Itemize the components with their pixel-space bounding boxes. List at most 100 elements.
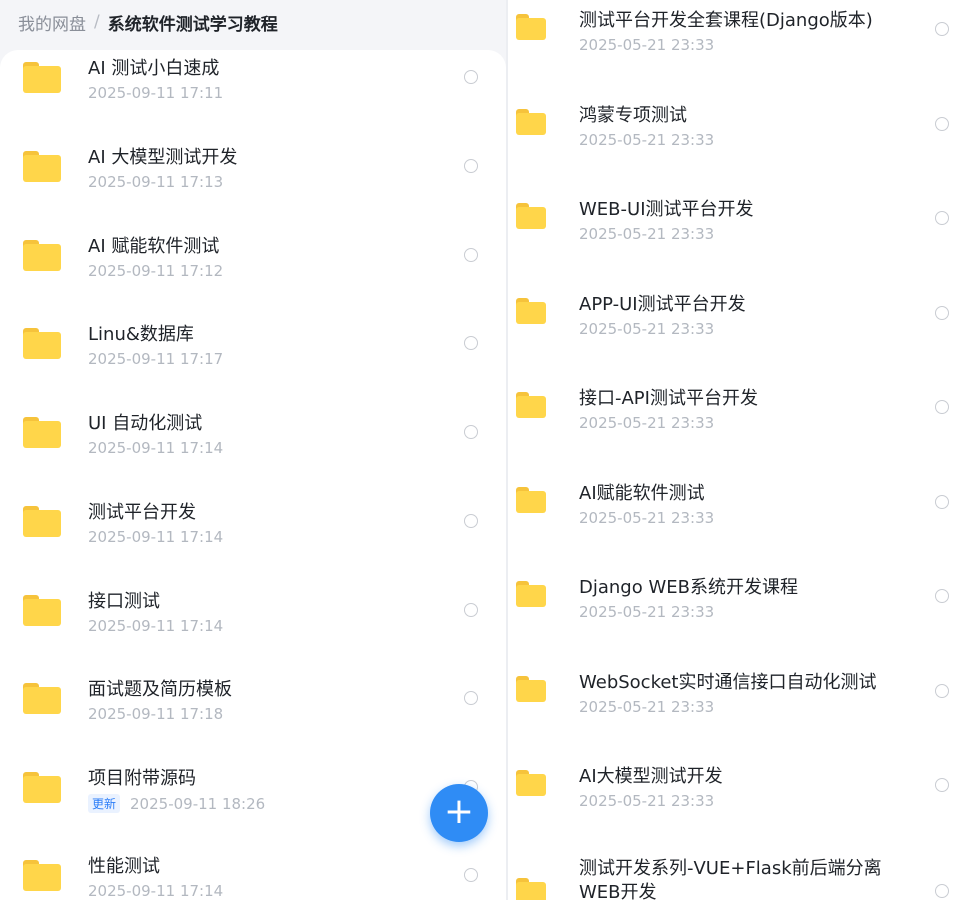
folder-name: 测试平台开发 <box>88 502 196 523</box>
folder-icon <box>516 392 546 418</box>
folder-icon <box>23 417 61 448</box>
folder-date: 2025-09-11 17:14 <box>88 439 224 457</box>
folder-name: WEB-UI测试平台开发 <box>579 199 754 220</box>
folder-date: 2025-05-21 23:33 <box>579 320 715 338</box>
folder-name: 鸿蒙专项测试 <box>579 105 687 126</box>
updated-badge: 更新 <box>88 794 121 813</box>
folder-icon <box>23 860 61 891</box>
breadcrumb: 我的网盘 / 系统软件测试学习教程 <box>18 8 278 36</box>
folder-date: 2025-05-21 23:33 <box>579 36 715 54</box>
folder-name: 性能测试 <box>88 856 160 877</box>
folder-row[interactable]: AI赋能软件测试 2025-05-21 23:33 <box>508 475 960 563</box>
folder-date: 2025-09-11 17:14 <box>88 617 224 635</box>
select-radio[interactable] <box>935 778 949 792</box>
left-screen-panel: 我的网盘 / 系统软件测试学习教程 AI 测试小白速成 2025-09-11 1… <box>0 0 506 900</box>
folder-icon <box>516 676 546 702</box>
select-radio[interactable] <box>464 425 478 439</box>
folder-row[interactable]: WebSocket实时通信接口自动化测试 2025-05-21 23:33 <box>508 664 960 752</box>
folder-icon <box>23 506 61 537</box>
folder-row[interactable]: 测试平台开发全套课程(Django版本) 2025-05-21 23:33 <box>508 2 960 90</box>
folder-icon <box>23 240 61 271</box>
select-radio[interactable] <box>935 495 949 509</box>
select-radio[interactable] <box>935 306 949 320</box>
folder-icon <box>23 772 61 803</box>
folder-name: WebSocket实时通信接口自动化测试 <box>579 672 877 693</box>
folder-date: 2025-09-11 17:18 <box>88 705 224 723</box>
add-button[interactable]: + <box>430 784 488 842</box>
folder-name: APP-UI测试平台开发 <box>579 294 746 315</box>
folder-date: 2025-05-21 23:33 <box>579 698 715 716</box>
select-radio[interactable] <box>464 159 478 173</box>
file-list: AI 测试小白速成 2025-09-11 17:11 AI 大模型测试开发 20… <box>0 50 506 900</box>
folder-date: 2025-09-11 17:17 <box>88 350 224 368</box>
folder-row[interactable]: AI 赋能软件测试 2025-09-11 17:12 <box>0 228 506 316</box>
breadcrumb-root-link[interactable]: 我的网盘 <box>18 10 86 35</box>
select-radio[interactable] <box>935 117 949 131</box>
folder-row[interactable]: 测试平台开发 2025-09-11 17:14 <box>0 494 506 582</box>
folder-row[interactable]: 接口测试 2025-09-11 17:14 <box>0 583 506 671</box>
right-screen-panel: 测试平台开发全套课程(Django版本) 2025-05-21 23:33 鸿蒙… <box>508 0 960 900</box>
folder-date: 2025-05-21 23:33 <box>579 792 715 810</box>
folder-icon <box>516 770 546 796</box>
plus-icon: + <box>443 791 475 832</box>
breadcrumb-separator: / <box>94 12 100 32</box>
folder-date: 2025-09-11 17:13 <box>88 173 224 191</box>
select-radio[interactable] <box>464 248 478 262</box>
folder-row[interactable]: Linu&数据库 2025-09-11 17:17 <box>0 316 506 404</box>
folder-row[interactable]: 接口-API测试平台开发 2025-05-21 23:33 <box>508 380 960 468</box>
folder-row[interactable]: UI 自动化测试 2025-09-11 17:14 <box>0 405 506 493</box>
folder-name: AI赋能软件测试 <box>579 483 705 504</box>
folder-row[interactable]: AI 测试小白速成 2025-09-11 17:11 <box>0 50 506 138</box>
select-radio[interactable] <box>464 514 478 528</box>
folder-row[interactable]: AI 大模型测试开发 2025-09-11 17:13 <box>0 139 506 227</box>
select-radio[interactable] <box>464 868 478 882</box>
folder-name-continued: WEB开发 <box>579 882 657 900</box>
folder-row[interactable]: 面试题及简历模板 2025-09-11 17:18 <box>0 671 506 759</box>
folder-date: 2025-09-11 17:12 <box>88 262 224 280</box>
folder-name: AI 赋能软件测试 <box>88 236 220 257</box>
folder-date: 2025-09-11 17:14 <box>88 528 224 546</box>
folder-row[interactable]: 性能测试 2025-09-11 17:14 <box>0 848 506 900</box>
folder-icon <box>516 298 546 324</box>
folder-date: 2025-05-21 23:33 <box>579 509 715 527</box>
folder-name: Linu&数据库 <box>88 324 194 345</box>
folder-date: 2025-05-21 23:33 <box>579 603 715 621</box>
select-radio[interactable] <box>935 884 949 898</box>
select-radio[interactable] <box>935 211 949 225</box>
folder-date: 2025-09-11 17:14 <box>88 882 224 900</box>
folder-date: 2025-05-21 23:33 <box>579 414 715 432</box>
folder-icon <box>23 683 61 714</box>
folder-date: 2025-05-21 23:33 <box>579 131 715 149</box>
folder-name: 测试平台开发全套课程(Django版本) <box>579 10 873 31</box>
select-radio[interactable] <box>935 684 949 698</box>
folder-name: UI 自动化测试 <box>88 413 203 434</box>
folder-row[interactable]: 鸿蒙专项测试 2025-05-21 23:33 <box>508 97 960 185</box>
folder-icon <box>516 581 546 607</box>
folder-icon <box>23 595 61 626</box>
folder-row[interactable]: Django WEB系统开发课程 2025-05-21 23:33 <box>508 569 960 657</box>
folder-icon <box>516 203 546 229</box>
select-radio[interactable] <box>464 336 478 350</box>
folder-icon <box>516 487 546 513</box>
folder-row[interactable]: 项目附带源码 更新 2025-09-11 18:26 <box>0 760 506 848</box>
folder-meta: 更新 2025-09-11 18:26 <box>88 794 265 813</box>
folder-icon <box>23 328 61 359</box>
select-radio[interactable] <box>935 22 949 36</box>
folder-name: 项目附带源码 <box>88 768 196 789</box>
folder-name: 接口测试 <box>88 591 160 612</box>
select-radio[interactable] <box>464 70 478 84</box>
select-radio[interactable] <box>464 603 478 617</box>
folder-row[interactable]: 测试开发系列-VUE+Flask前后端分离 WEB开发 <box>508 852 960 900</box>
select-radio[interactable] <box>935 400 949 414</box>
folder-row[interactable]: AI大模型测试开发 2025-05-21 23:33 <box>508 758 960 846</box>
folder-icon <box>516 109 546 135</box>
select-radio[interactable] <box>464 691 478 705</box>
folder-icon <box>516 14 546 40</box>
select-radio[interactable] <box>935 589 949 603</box>
folder-date: 2025-09-11 17:11 <box>88 84 224 102</box>
folder-icon <box>516 878 546 900</box>
breadcrumb-current-folder: 系统软件测试学习教程 <box>107 14 278 35</box>
folder-row[interactable]: APP-UI测试平台开发 2025-05-21 23:33 <box>508 286 960 374</box>
folder-row[interactable]: WEB-UI测试平台开发 2025-05-21 23:33 <box>508 191 960 279</box>
folder-name: 面试题及简历模板 <box>88 679 232 700</box>
